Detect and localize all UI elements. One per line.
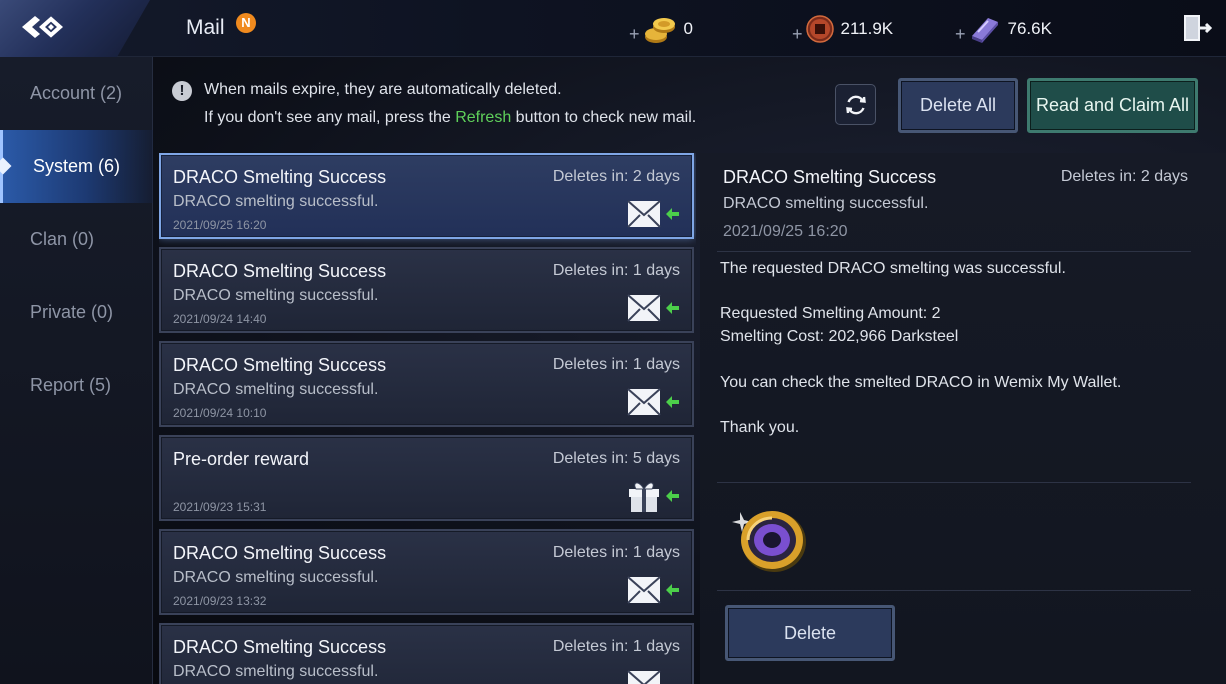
mail-date: 2021/09/25 16:20 [173, 218, 267, 232]
info-icon: ! [172, 81, 192, 101]
page-title: Mail [186, 16, 225, 39]
sidebar-item-report[interactable]: Report (5) [0, 349, 153, 422]
mail-item[interactable]: Pre-order reward Deletes in: 5 days 2021… [159, 435, 694, 521]
mail-title: DRACO Smelting Success [173, 167, 387, 187]
mail-date: 2021/09/24 14:40 [173, 312, 267, 326]
new-badge: N [236, 13, 256, 33]
mail-detail-panel: DRACO Smelting Success Deletes in: 2 day… [700, 153, 1226, 684]
detail-body-line: You can check the smelted DRACO in Wemix… [720, 374, 1122, 391]
mail-expiry: Deletes in: 1 days [552, 262, 680, 279]
delete-button[interactable]: Delete [725, 605, 895, 661]
mail-list[interactable]: DRACO Smelting Success Deletes in: 2 day… [159, 153, 696, 684]
envelope-icon [627, 388, 679, 416]
mail-summary: DRACO smelting successful. [173, 663, 379, 680]
darksteel-value: 211.9K [840, 19, 894, 38]
mail-title: DRACO Smelting Success [173, 261, 387, 281]
sidebar-item-account[interactable]: Account (2) [0, 57, 153, 130]
detail-body-line: The requested DRACO smelting was success… [720, 260, 1066, 277]
read-and-claim-all-button[interactable]: Read and Claim All [1027, 78, 1198, 133]
mail-summary: DRACO smelting successful. [173, 287, 379, 304]
mail-item[interactable]: DRACO Smelting Success Deletes in: 1 day… [159, 529, 694, 615]
mail-item[interactable]: DRACO Smelting Success Deletes in: 2 day… [159, 153, 694, 239]
divider [717, 251, 1191, 252]
active-marker-icon [0, 157, 12, 175]
currency-gold[interactable]: + 0 [629, 14, 693, 44]
delete-all-button[interactable]: Delete All [898, 78, 1018, 133]
detail-body-line: Requested Smelting Amount: 2 [720, 305, 941, 322]
mail-title: DRACO Smelting Success [173, 637, 387, 657]
divider [717, 590, 1191, 591]
mail-category-sidebar: Account (2) System (6) Clan (0) Private … [0, 57, 153, 684]
sidebar-item-clan[interactable]: Clan (0) [0, 203, 153, 276]
back-button[interactable] [0, 0, 150, 57]
mail-expiry: Deletes in: 2 days [552, 168, 680, 185]
mail-item[interactable]: DRACO Smelting Success Deletes in: 1 day… [159, 247, 694, 333]
mail-expiry: Deletes in: 1 days [552, 356, 680, 373]
mail-expiry: Deletes in: 1 days [552, 638, 680, 655]
gift-icon [629, 482, 679, 512]
sidebar-item-system[interactable]: System (6) [0, 130, 153, 203]
gold-value: 0 [683, 19, 693, 38]
mail-title: DRACO Smelting Success [173, 543, 387, 563]
mail-item[interactable]: DRACO Smelting Success Deletes in: 1 day… [159, 341, 694, 427]
mail-summary: DRACO smelting successful. [173, 381, 379, 398]
top-bar: Mail N + 0 + 211.9K + 76.6K [0, 0, 1226, 57]
back-arrow-icon [22, 16, 64, 38]
sidebar-item-private[interactable]: Private (0) [0, 276, 153, 349]
currency-darksteel[interactable]: + 211.9K [792, 14, 893, 44]
darksteel-coin-icon [805, 15, 834, 43]
mail-date: 2021/09/23 15:31 [173, 500, 267, 514]
mail-date: 2021/09/23 13:32 [173, 594, 267, 608]
detail-title: DRACO Smelting Success [723, 167, 937, 187]
envelope-icon [627, 294, 679, 322]
detail-expiry: Deletes in: 2 days [1060, 168, 1188, 185]
crystal-ingot-icon [971, 18, 998, 43]
refresh-icon [846, 95, 866, 115]
mail-summary: DRACO smelting successful. [173, 569, 379, 586]
detail-body-line: Thank you. [720, 419, 800, 436]
mail-expiry: Deletes in: 1 days [552, 544, 680, 561]
detail-summary: DRACO smelting successful. [723, 195, 929, 212]
notice-line-2: If you don't see any mail, press the Ref… [204, 109, 697, 126]
envelope-icon [627, 576, 679, 604]
currency-crystal[interactable]: + 76.6K [955, 14, 1052, 44]
crystal-value: 76.6K [1007, 19, 1052, 38]
detail-body-line: Smelting Cost: 202,966 Darksteel [720, 328, 959, 345]
mail-item[interactable]: DRACO Smelting Success Deletes in: 1 day… [159, 623, 694, 684]
mail-date: 2021/09/24 10:10 [173, 406, 267, 420]
detail-date: 2021/09/25 16:20 [723, 223, 848, 240]
draco-coin-icon[interactable] [730, 500, 810, 580]
mail-summary: DRACO smelting successful. [173, 193, 379, 210]
envelope-icon [627, 670, 661, 684]
mail-title: DRACO Smelting Success [173, 355, 387, 375]
mail-title: Pre-order reward [173, 449, 310, 469]
notice-line-1: When mails expire, they are automaticall… [204, 81, 562, 98]
refresh-button[interactable] [835, 84, 876, 125]
exit-door-icon[interactable] [1180, 12, 1212, 44]
divider [717, 482, 1191, 483]
mail-expiry: Deletes in: 5 days [552, 450, 680, 467]
refresh-hint: Refresh [455, 109, 512, 126]
gold-coins-icon [644, 18, 675, 43]
envelope-icon [627, 200, 679, 228]
